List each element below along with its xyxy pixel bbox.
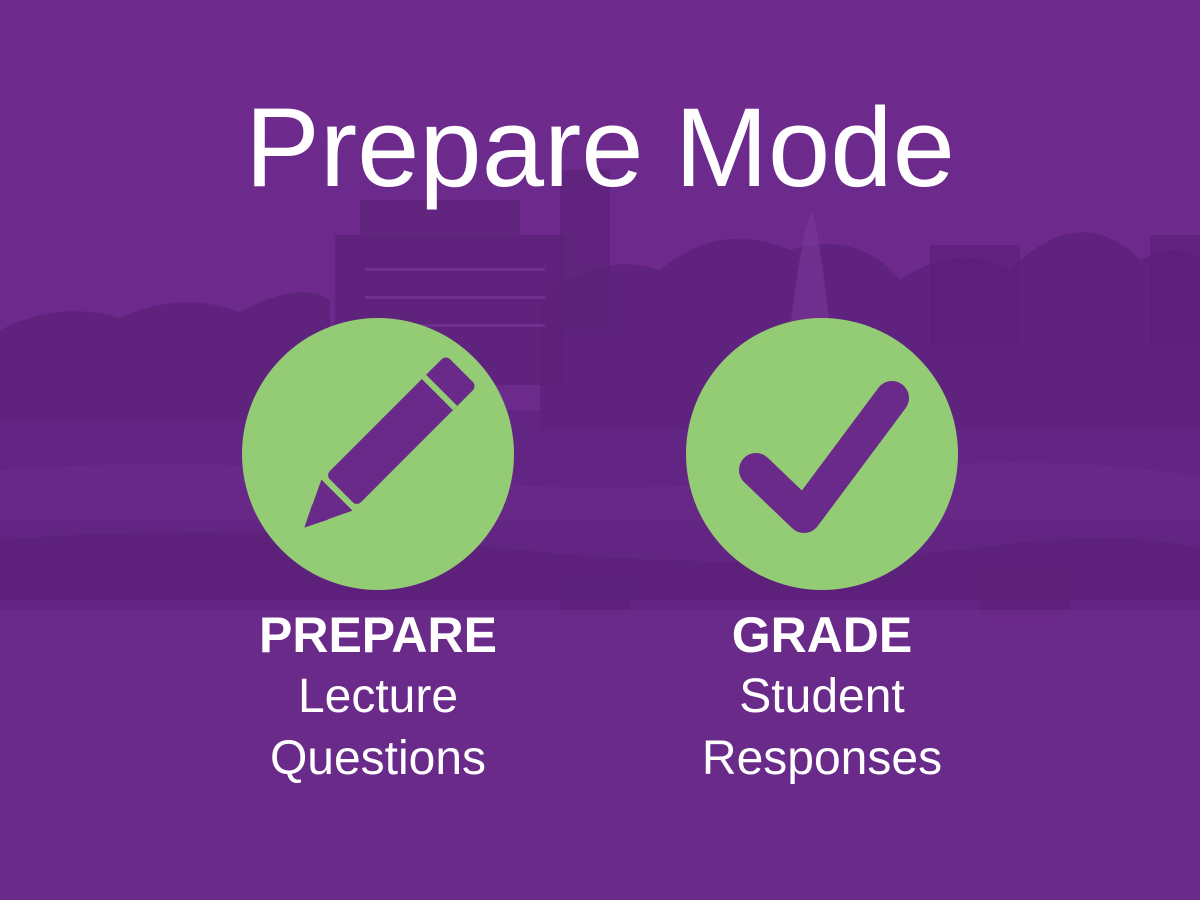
prepare-icon-button[interactable] [242, 318, 514, 590]
prepare-mode-card[interactable]: PREPARE Lecture Questions [198, 318, 558, 790]
slide: Prepare Mode PREPARE Lecture Questions G… [0, 0, 1200, 900]
grade-icon-button[interactable] [686, 318, 958, 590]
prepare-heading: PREPARE [258, 607, 497, 663]
slide-title: Prepare Mode [245, 85, 955, 210]
prepare-subtitle-line1: Lecture [297, 670, 459, 723]
grade-heading: GRADE [731, 607, 913, 663]
grade-subtitle-line1: Student [739, 670, 905, 723]
grade-subtitle-line2: Responses [701, 732, 943, 785]
pencil-icon [304, 357, 475, 528]
prepare-subtitle-line2: Questions [269, 732, 487, 785]
checkmark-icon [739, 381, 909, 533]
grade-mode-card[interactable]: GRADE Student Responses [642, 318, 1002, 790]
